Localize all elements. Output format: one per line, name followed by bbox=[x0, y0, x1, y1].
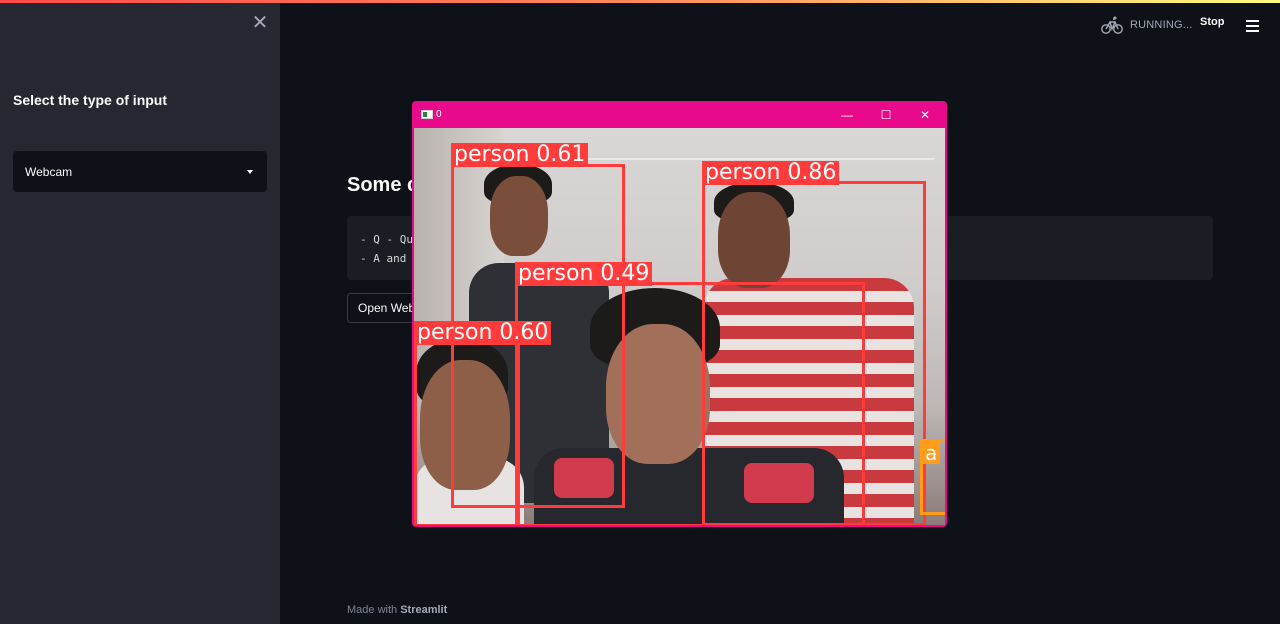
detection-label: a bbox=[922, 442, 941, 464]
detection-box bbox=[515, 282, 865, 525]
detection-label: person 0.60 bbox=[414, 321, 552, 345]
detection-label: person 0.61 bbox=[451, 143, 589, 167]
top-decoration-bar bbox=[0, 0, 1280, 3]
minimize-icon[interactable]: — bbox=[832, 105, 862, 125]
hamburger-menu-icon[interactable] bbox=[1246, 20, 1259, 32]
sidebar-title: Select the type of input bbox=[13, 92, 168, 108]
close-icon[interactable]: ✕ bbox=[250, 12, 270, 34]
detection-label: person 0.86 bbox=[702, 161, 840, 185]
footer-prefix: Made with bbox=[347, 604, 401, 616]
select-value: Webcam bbox=[25, 164, 73, 179]
stop-button[interactable]: Stop bbox=[1200, 16, 1224, 28]
page-heading: Some c bbox=[347, 174, 419, 196]
detection-label: person 0.49 bbox=[515, 262, 653, 286]
webcam-frame: person 0.61 person 0.86 person 0.49 pers… bbox=[414, 128, 945, 525]
window-title: 0 bbox=[436, 109, 442, 120]
footer: Made with Streamlit bbox=[347, 604, 447, 616]
webcam-window[interactable]: 0 — ☐ ✕ person 0.61 person 0.86 person 0… bbox=[412, 101, 947, 527]
detection-box bbox=[414, 342, 520, 525]
bike-icon bbox=[1101, 16, 1123, 34]
footer-brand[interactable]: Streamlit bbox=[400, 604, 447, 616]
sidebar: ✕ Select the type of input Webcam bbox=[0, 0, 280, 624]
status-text: RUNNING... bbox=[1130, 19, 1193, 31]
maximize-icon[interactable]: ☐ bbox=[871, 105, 901, 125]
app-icon bbox=[421, 110, 433, 119]
window-titlebar[interactable]: 0 — ☐ ✕ bbox=[412, 101, 947, 128]
close-icon[interactable]: ✕ bbox=[910, 105, 940, 125]
input-type-select[interactable]: Webcam bbox=[13, 151, 267, 192]
chevron-down-icon bbox=[247, 170, 253, 174]
running-status: RUNNING... bbox=[1101, 14, 1193, 36]
